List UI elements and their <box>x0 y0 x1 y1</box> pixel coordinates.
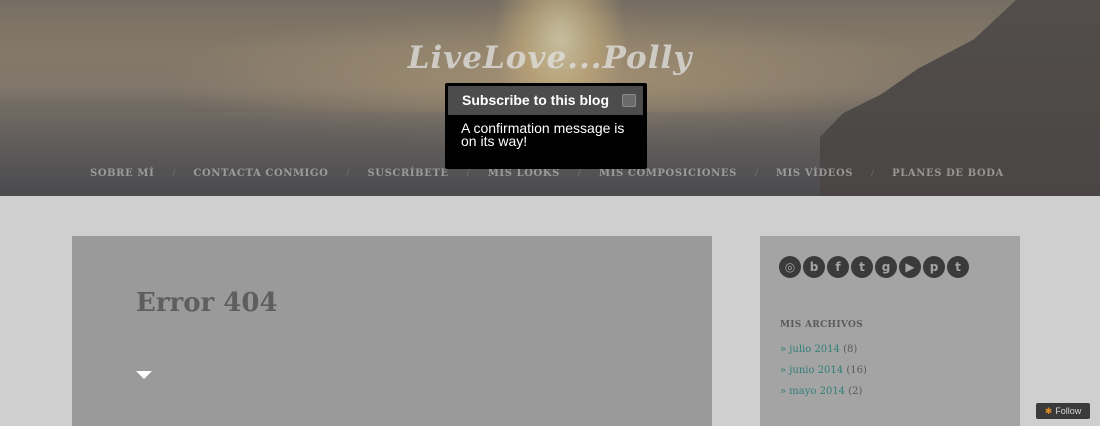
follow-label: Follow <box>1055 406 1082 416</box>
archive-link[interactable]: » mayo 2014 <box>780 386 845 397</box>
google-plus-icon[interactable]: g <box>875 256 897 278</box>
archive-count: (2) <box>848 386 863 397</box>
nav-item-mis-composiciones[interactable]: MIS COMPOSICIONES <box>581 168 755 179</box>
instagram-icon[interactable]: ◎ <box>779 256 801 278</box>
wordpress-follow-icon: ✱ <box>1044 405 1053 416</box>
archive-count: (16) <box>846 365 867 376</box>
popup-title: Subscribe to this blog <box>462 92 610 108</box>
subscribe-popup: Subscribe to this blog A confirmation me… <box>445 83 647 169</box>
facebook-icon[interactable]: f <box>827 256 849 278</box>
social-icons: ◎ b f t g ▶ p t <box>779 256 969 278</box>
nav-item-planes-de-boda[interactable]: PLANES DE BODA <box>874 168 1022 179</box>
popup-header: Subscribe to this blog <box>448 86 643 115</box>
caret-down-icon[interactable] <box>136 371 152 379</box>
archive-bullet: » <box>780 365 790 376</box>
page-title: Error 404 <box>136 288 278 318</box>
archive-label[interactable]: mayo 2014 <box>789 386 845 397</box>
pinterest-icon[interactable]: p <box>923 256 945 278</box>
archive-bullet: » <box>780 386 790 397</box>
archive-bullet: » <box>780 344 790 355</box>
archive-item: » mayo 2014 (2) <box>780 386 867 407</box>
nav-item-contacta[interactable]: CONTACTA CONMIGO <box>175 168 346 179</box>
archive-heading: MIS ARCHIVOS <box>780 320 863 330</box>
nav-item-mis-looks[interactable]: MIS LOOKS <box>470 168 578 179</box>
nav-item-mis-videos[interactable]: MIS VÍDEOS <box>758 168 871 179</box>
nav-item-suscribete[interactable]: SUSCRÍBETE <box>349 168 466 179</box>
archive-label[interactable]: julio 2014 <box>789 344 840 355</box>
tumblr-icon[interactable]: t <box>947 256 969 278</box>
archive-link[interactable]: » julio 2014 <box>780 344 840 355</box>
main-content: Error 404 <box>72 236 712 426</box>
archive-item: » junio 2014 (16) <box>780 365 867 386</box>
youtube-icon[interactable]: ▶ <box>899 256 921 278</box>
bloglovin-icon[interactable]: b <box>803 256 825 278</box>
follow-button[interactable]: ✱ Follow <box>1036 403 1090 419</box>
sidebar: ◎ b f t g ▶ p t MIS ARCHIVOS » julio 201… <box>760 236 1020 426</box>
archive-list: » julio 2014 (8) » junio 2014 (16) » may… <box>780 344 867 407</box>
archive-link[interactable]: » junio 2014 <box>780 365 843 376</box>
archive-item: » julio 2014 (8) <box>780 344 867 365</box>
archive-count: (8) <box>843 344 858 355</box>
twitter-icon[interactable]: t <box>851 256 873 278</box>
popup-message: A confirmation message is on its way! <box>461 120 625 149</box>
archive-label[interactable]: junio 2014 <box>789 365 843 376</box>
nav-item-sobre-mi[interactable]: SOBRE MÍ <box>72 168 172 179</box>
site-title[interactable]: LiveLove...Polly <box>0 40 1100 76</box>
close-icon[interactable] <box>622 94 636 107</box>
